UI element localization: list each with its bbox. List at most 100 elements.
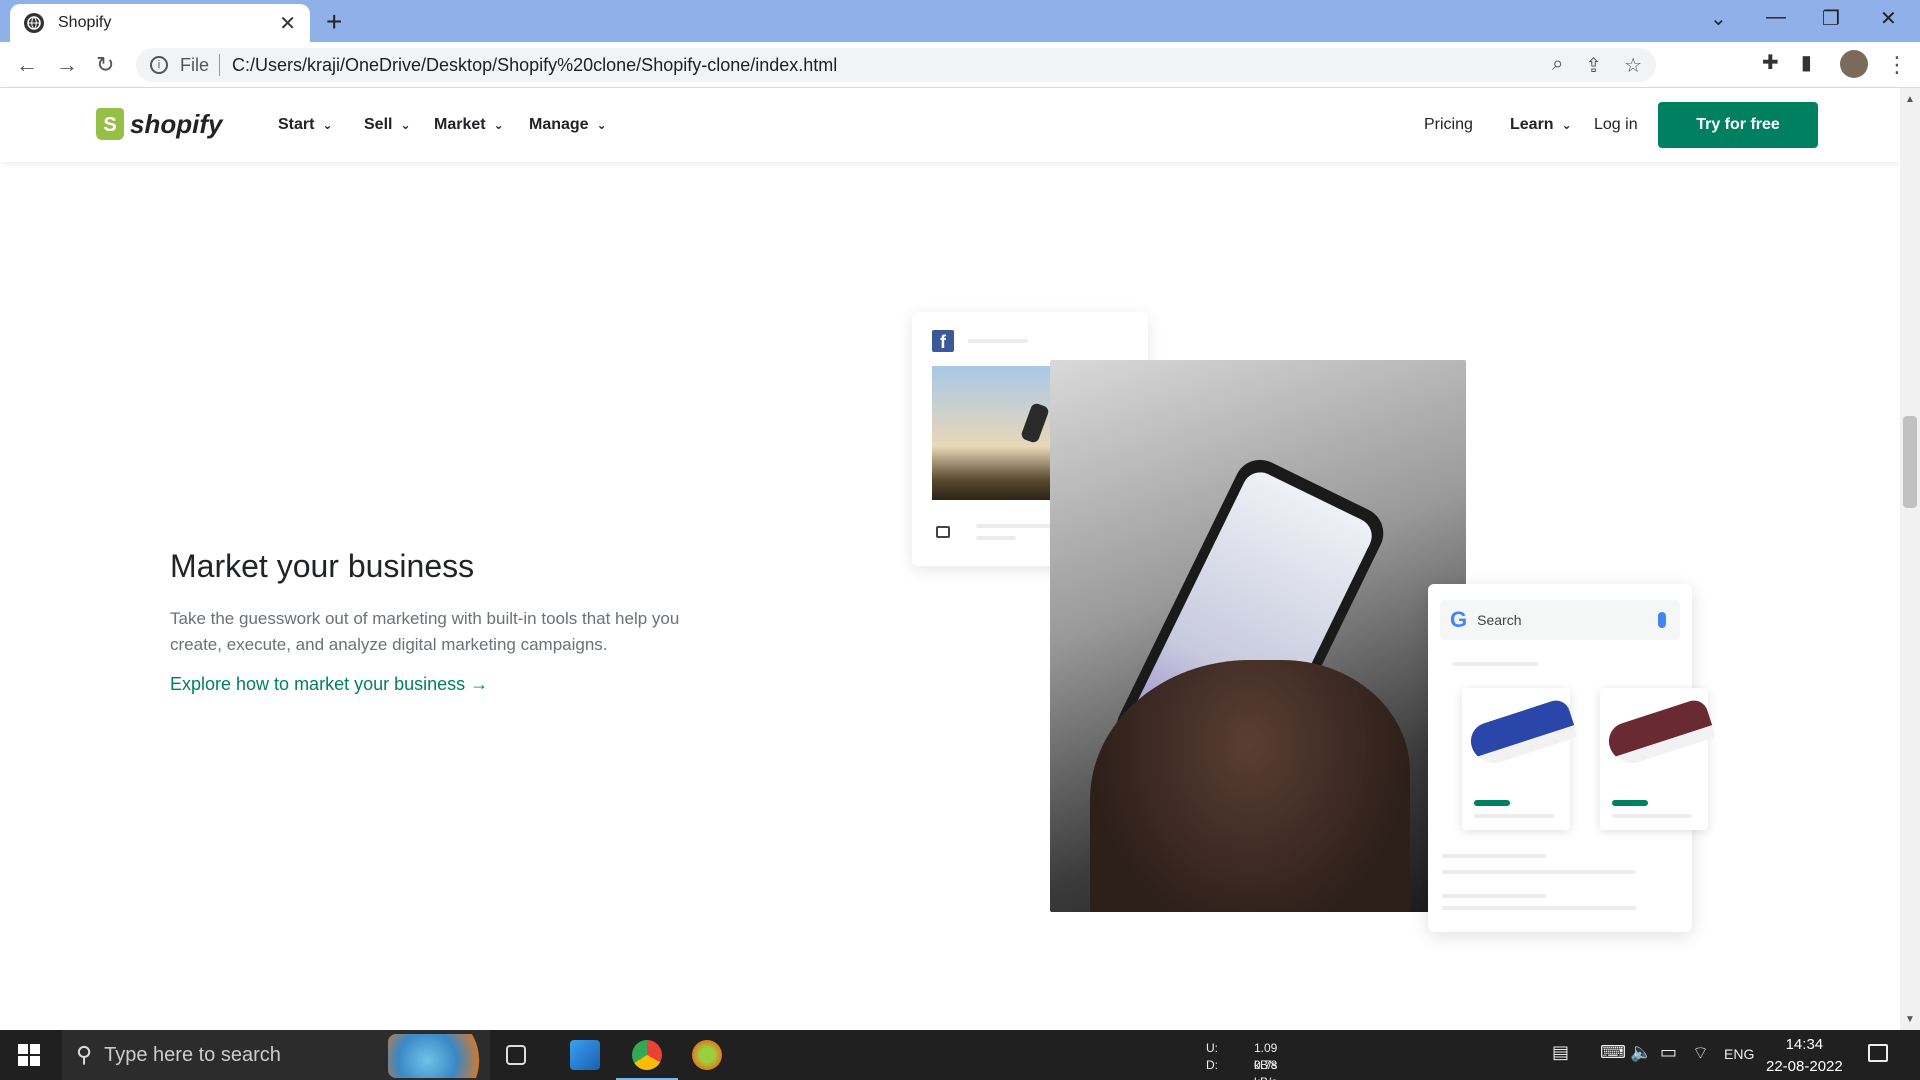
chevron-down-icon: ⌄ — [1561, 118, 1572, 132]
net-down-value: 0.78 kB/s — [1254, 1058, 1278, 1080]
try-for-free-button[interactable]: Try for free — [1658, 102, 1818, 148]
forward-icon[interactable]: → — [56, 52, 78, 78]
search-highlight-image — [388, 1034, 486, 1078]
clock-date: 22-08-2022 — [1766, 1058, 1843, 1075]
placeholder-line — [1442, 894, 1546, 898]
wifi-icon[interactable]: ⌔ — [1692, 1042, 1709, 1065]
product-card — [1462, 688, 1578, 830]
search-text: Search — [1477, 612, 1522, 628]
browser-toolbar: ← → ↻ i File C:/Users/kraji/OneDrive/Des… — [0, 42, 1920, 88]
tab-search-icon[interactable]: ⌄ — [1710, 6, 1727, 31]
notification-icon[interactable] — [1868, 1044, 1888, 1062]
nav-market[interactable]: Market ⌄ — [434, 116, 504, 134]
net-up-label: U: — [1206, 1041, 1218, 1055]
logo-wordmark: shopify — [130, 108, 223, 139]
chevron-down-icon: ⌄ — [493, 118, 504, 132]
chevron-down-icon: ⌄ — [322, 118, 333, 132]
facebook-icon: f — [932, 330, 954, 352]
section-heading: Market your business — [170, 548, 475, 584]
placeholder-line — [1612, 814, 1692, 818]
language-indicator[interactable]: ENG — [1724, 1046, 1754, 1062]
site-header: S shopify Start ⌄ Sell ⌄ Market ⌄ Manage ⌄ P… — [0, 88, 1900, 162]
minimize-icon[interactable]: — — [1766, 6, 1786, 29]
zoom-icon[interactable]: ⌕ — [1552, 53, 1563, 78]
scrollbar-thumb[interactable] — [1903, 416, 1917, 508]
scroll-up-icon[interactable]: ▲ — [1905, 94, 1915, 105]
divider — [219, 54, 221, 76]
volume-icon[interactable]: 🔈 — [1630, 1042, 1652, 1063]
nav-learn-label: Learn — [1510, 116, 1554, 133]
app-icon[interactable] — [692, 1040, 722, 1070]
maroon-sneaker — [1604, 696, 1716, 770]
network-speed: U:1.09 kB/s D:0.78 kB/s — [1206, 1040, 1277, 1080]
section-description: Take the guesswork out of marketing with… — [170, 609, 680, 654]
nav-learn[interactable]: Learn ⌄ — [1510, 116, 1572, 134]
globe-icon — [24, 13, 44, 33]
share-icon[interactable]: ⇪ — [1585, 53, 1602, 78]
chrome-icon[interactable] — [632, 1040, 662, 1070]
placeholder-line — [1442, 870, 1636, 874]
price-bar — [1474, 800, 1510, 806]
close-window-icon[interactable]: ✕ — [1880, 6, 1897, 31]
nav-start[interactable]: Start ⌄ — [278, 116, 333, 134]
nav-sell-label: Sell — [364, 116, 393, 133]
news-icon[interactable]: ▤ — [1552, 1042, 1569, 1063]
microphone-icon — [1658, 612, 1666, 628]
browser-tab[interactable]: Shopify ✕ — [10, 4, 310, 42]
nav-market-label: Market — [434, 116, 486, 133]
placeholder-line — [1452, 662, 1538, 666]
google-shopping-card: G Search — [1428, 584, 1716, 932]
close-tab-icon[interactable]: ✕ — [279, 11, 296, 36]
phone-in-hand-photo — [1050, 360, 1466, 912]
nav-manage[interactable]: Manage ⌄ — [529, 116, 607, 134]
net-down-label: D: — [1206, 1058, 1218, 1072]
google-icon: G — [1450, 607, 1468, 632]
menu-icon[interactable]: ⋮ — [1886, 52, 1908, 78]
price-bar — [1612, 800, 1648, 806]
file-explorer-icon[interactable] — [570, 1040, 600, 1070]
clock[interactable]: 14:34 22-08-2022 — [1766, 1034, 1843, 1078]
profile-avatar[interactable] — [1840, 50, 1868, 78]
placeholder-line — [1442, 906, 1636, 910]
scroll-down-icon[interactable]: ▼ — [1905, 1014, 1915, 1025]
placeholder-line — [1442, 854, 1546, 858]
clock-time: 14:34 — [1785, 1036, 1824, 1053]
reload-icon[interactable]: ↻ — [96, 52, 114, 78]
chevron-down-icon: ⌄ — [596, 118, 607, 132]
shopping-bag-icon — [936, 526, 950, 538]
task-view-icon[interactable] — [506, 1045, 526, 1065]
placeholder-line — [968, 339, 1028, 343]
browser-titlebar: Shopify ✕ + ⌄ — ❐ ✕ — [0, 0, 1920, 42]
keyboard-icon[interactable]: ⌨ — [1600, 1042, 1626, 1063]
side-panel-icon[interactable]: ▮ — [1801, 50, 1812, 75]
runner-figure — [1020, 402, 1050, 444]
explore-marketing-link[interactable]: Explore how to market your business → — [170, 674, 488, 695]
url-text[interactable]: C:/Users/kraji/OneDrive/Desktop/Shopify%… — [232, 55, 837, 76]
back-icon[interactable]: ← — [16, 52, 38, 78]
bookmark-star-icon[interactable]: ☆ — [1624, 53, 1642, 78]
product-card — [1600, 688, 1716, 830]
extensions-icon[interactable]: ✚ — [1762, 50, 1779, 75]
taskbar-search-box[interactable]: ⚲ Type here to search — [62, 1030, 490, 1080]
shopify-logo[interactable]: S shopify — [96, 108, 222, 140]
nav-pricing[interactable]: Pricing — [1424, 116, 1473, 134]
tab-title: Shopify — [58, 14, 112, 31]
blue-sneaker — [1466, 696, 1578, 770]
nav-sell[interactable]: Sell ⌄ — [364, 116, 411, 134]
shopify-bag-icon: S — [96, 108, 124, 140]
nav-manage-label: Manage — [529, 116, 589, 133]
search-bar: G Search — [1440, 600, 1680, 640]
windows-start-icon[interactable] — [18, 1044, 40, 1066]
url-scheme: File — [180, 54, 210, 75]
nav-start-label: Start — [278, 116, 315, 133]
taskbar-search-placeholder: Type here to search — [104, 1043, 281, 1066]
nav-login[interactable]: Log in — [1594, 116, 1638, 134]
restore-icon[interactable]: ❐ — [1822, 6, 1840, 31]
placeholder-line — [1474, 814, 1554, 818]
info-icon[interactable]: i — [150, 56, 168, 74]
placeholder-line — [976, 536, 1016, 540]
new-tab-button[interactable]: + — [326, 6, 342, 38]
battery-icon[interactable]: ▭ — [1660, 1042, 1677, 1063]
page-scrollbar[interactable]: ▲ ▼ — [1900, 88, 1920, 1030]
address-bar[interactable]: i File C:/Users/kraji/OneDrive/Desktop/S… — [136, 48, 1656, 82]
